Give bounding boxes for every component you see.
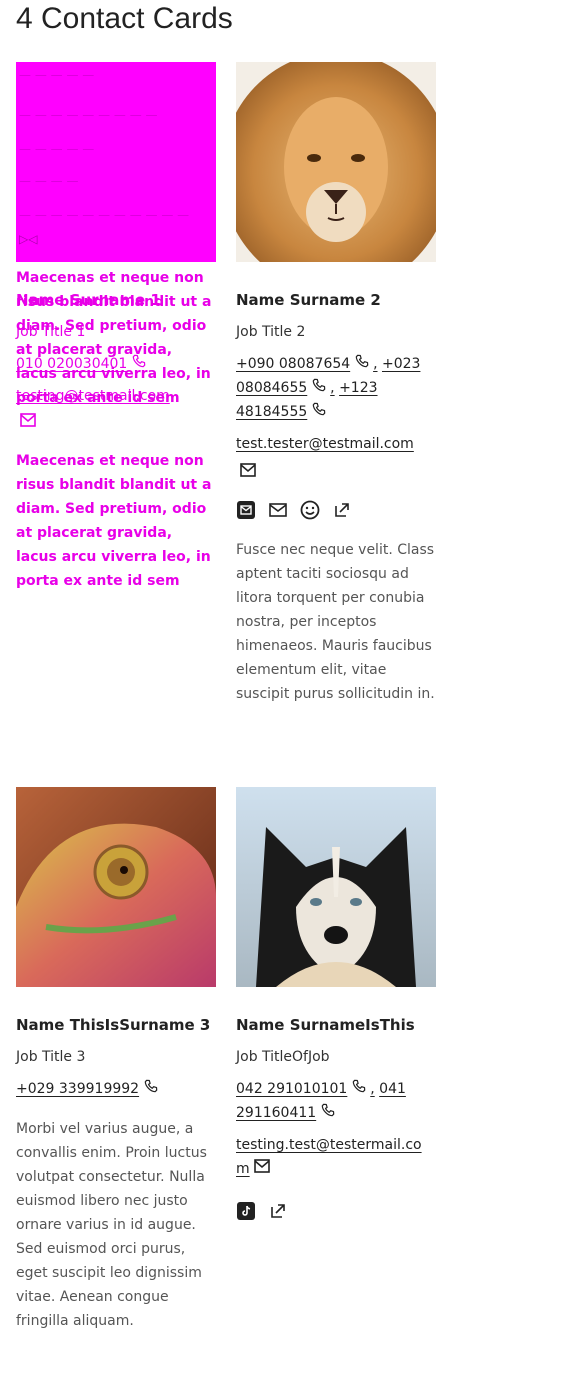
phone-link[interactable]: 010 020030401 bbox=[16, 356, 127, 372]
envelope-icon[interactable] bbox=[20, 412, 36, 431]
social-links bbox=[236, 1199, 288, 1223]
contact-description: Fusce nec neque velit. Class aptent taci… bbox=[236, 542, 435, 702]
email-line: testing.test@testermail.co m bbox=[236, 1133, 436, 1181]
contact-card-1: — — — — — — — — — — — — — — — — — — — — … bbox=[16, 62, 216, 602]
page-title: 4 Contact Cards bbox=[16, 2, 233, 35]
chameleon-photo bbox=[16, 787, 216, 987]
contact-name: Name Surname 2 bbox=[236, 291, 381, 309]
contact-name: Name ThisIsSurname 3 bbox=[16, 1016, 211, 1034]
contact-description: Maecenas et neque non risus blandit blan… bbox=[16, 453, 212, 589]
job-title: Job Title 2 bbox=[236, 324, 306, 340]
lion-photo bbox=[236, 62, 436, 262]
phone-icon bbox=[352, 1077, 366, 1101]
envelope-icon[interactable] bbox=[268, 500, 288, 520]
phone-link[interactable]: +090 08087654 bbox=[236, 356, 350, 372]
external-link-icon[interactable] bbox=[332, 500, 352, 520]
phone-line: +029 339919992 bbox=[16, 1077, 216, 1101]
phone-icon bbox=[355, 352, 369, 376]
job-title: Job TitleOfJob bbox=[236, 1049, 330, 1065]
phone-icon bbox=[144, 1077, 158, 1101]
external-link-icon[interactable] bbox=[268, 1201, 288, 1221]
phone-icon bbox=[132, 352, 146, 376]
phone-separator: , bbox=[373, 356, 378, 372]
envelope-icon bbox=[254, 1157, 270, 1181]
phone-separator: , bbox=[330, 380, 335, 396]
phone-link[interactable]: +029 339919992 bbox=[16, 1081, 139, 1097]
contact-card-3: Name ThisIsSurname 3 Job Title 3 +029 33… bbox=[16, 787, 216, 1347]
smiley-icon[interactable] bbox=[300, 500, 320, 520]
phone-list: 042 291010101 , 041 291160411 bbox=[236, 1077, 436, 1125]
contact-description: Morbi vel varius augue, a convallis enim… bbox=[16, 1121, 207, 1329]
email-link[interactable]: test.tester@testmail.com bbox=[236, 436, 414, 452]
broken-photo-placeholder: — — — — — — — — — — — — — — — — — — — — … bbox=[16, 62, 216, 262]
husky-photo bbox=[236, 787, 436, 987]
phone-separator: , bbox=[370, 1081, 375, 1097]
phone-icon bbox=[312, 376, 326, 400]
contact-card-2: Name Surname 2 Job Title 2 +090 08087654… bbox=[236, 62, 436, 742]
email-text-part: testing.test@testermail.co bbox=[236, 1137, 422, 1153]
mail-box-icon[interactable] bbox=[236, 500, 256, 520]
phone-list: +090 08087654 , +023 08084655 , +123 481… bbox=[236, 352, 436, 424]
email-link[interactable]: testing@testmail.com bbox=[16, 388, 170, 404]
email-line: test.tester@testmail.com bbox=[236, 432, 436, 456]
job-title: Job Title 1 bbox=[16, 324, 86, 340]
phone-line: 010 020030401 bbox=[16, 352, 216, 376]
email-text-part: m bbox=[236, 1161, 250, 1177]
envelope-icon bbox=[240, 462, 256, 481]
contact-name: Name Surname 1 bbox=[16, 291, 161, 309]
job-title: Job Title 3 bbox=[16, 1049, 86, 1065]
social-links bbox=[236, 498, 352, 522]
contact-card-4: Name SurnameIsThis Job TitleOfJob 042 29… bbox=[236, 787, 436, 1247]
phone-link[interactable]: 042 291010101 bbox=[236, 1081, 347, 1097]
email-line: testing@testmail.com bbox=[16, 384, 216, 408]
phone-icon bbox=[312, 400, 326, 424]
contact-name: Name SurnameIsThis bbox=[236, 1016, 415, 1034]
tiktok-icon[interactable] bbox=[236, 1201, 256, 1221]
phone-icon bbox=[321, 1101, 335, 1125]
